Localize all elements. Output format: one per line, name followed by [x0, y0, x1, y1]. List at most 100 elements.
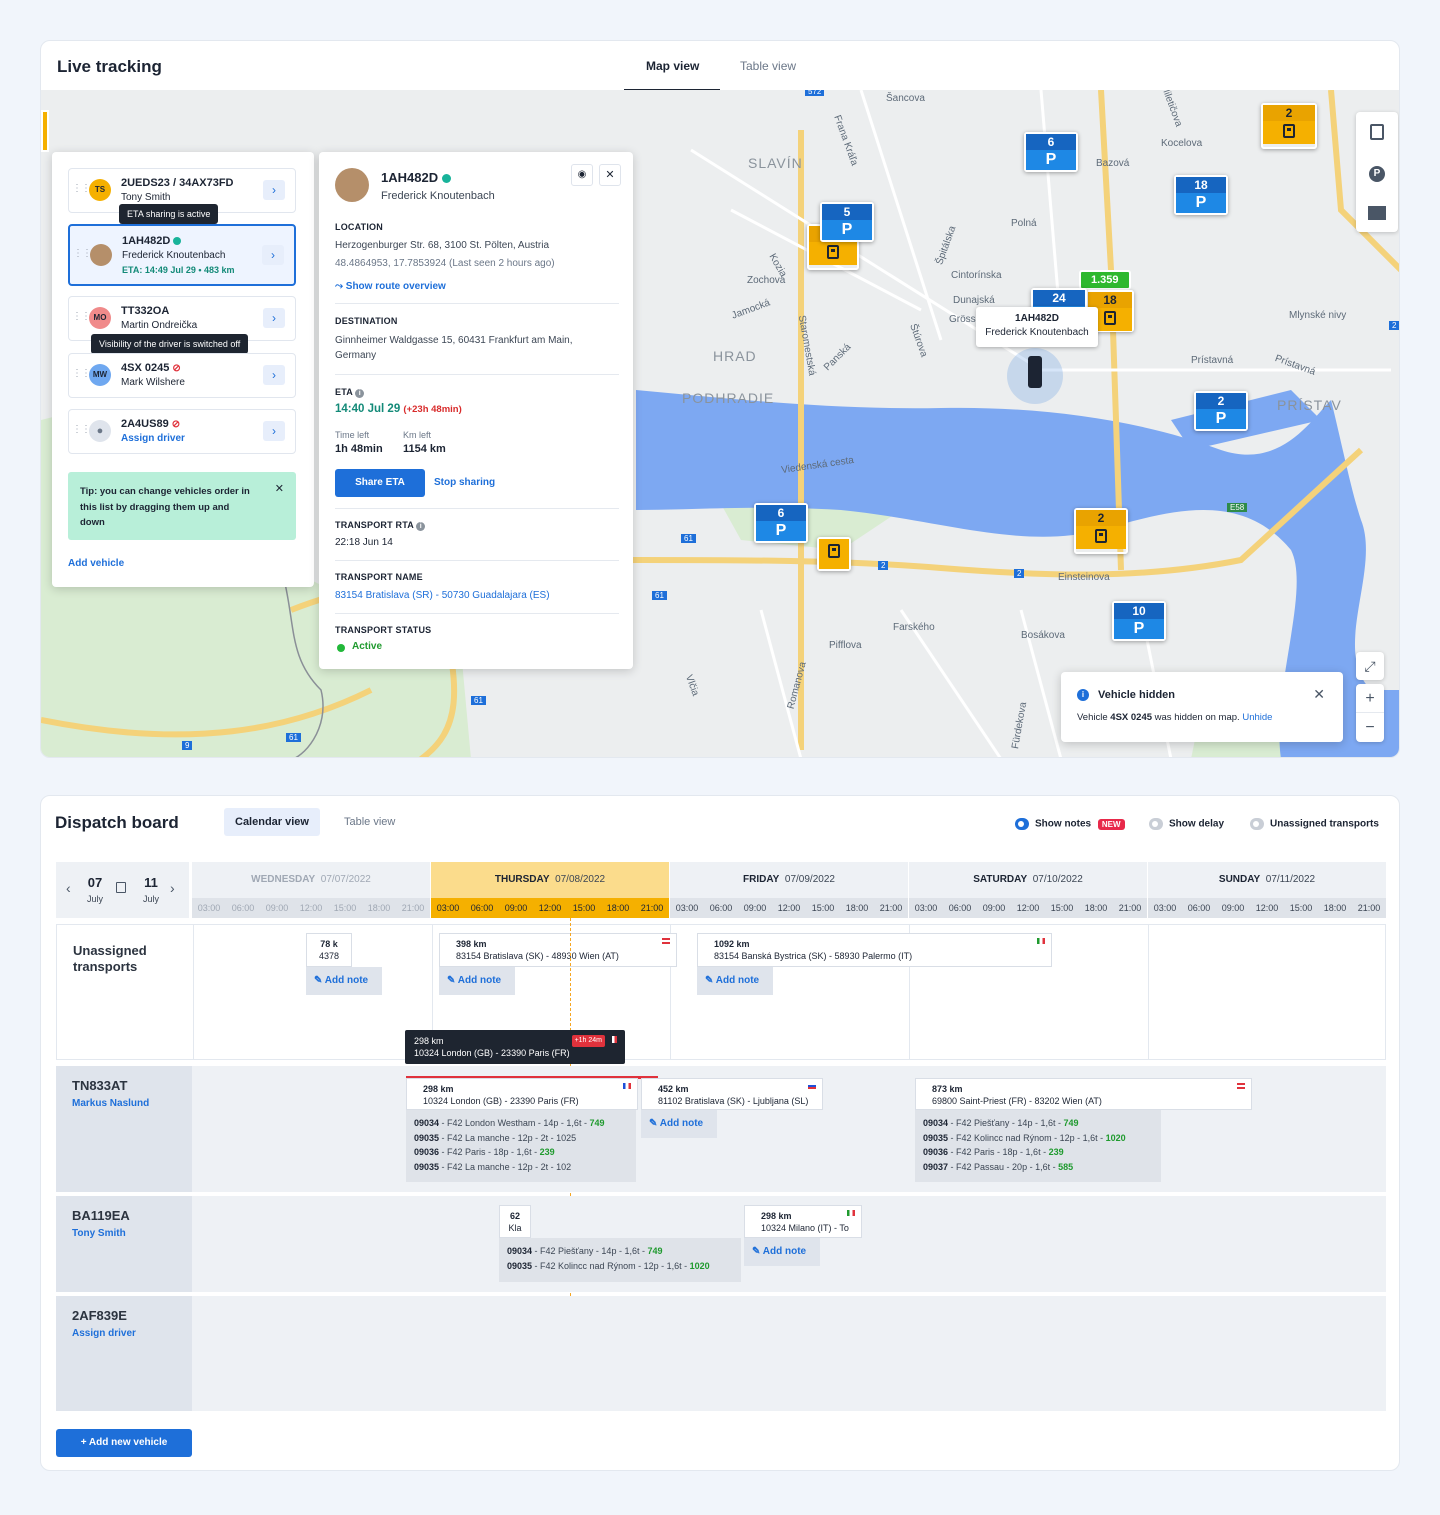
parking-layer-icon[interactable]: P: [1369, 166, 1385, 182]
add-note-button[interactable]: ✎ Add note: [744, 1238, 820, 1266]
parking-pin[interactable]: 6P: [1024, 132, 1078, 172]
fullscreen-button[interactable]: ⤢: [1356, 652, 1384, 680]
map[interactable]: SLAVÍN HRAD PODHRADIE PRÍSTAV Šancova Mi…: [41, 90, 1399, 757]
drag-handle-icon[interactable]: ⋮⋮: [72, 424, 91, 435]
vehicle-list-item-selected[interactable]: ⋮⋮ 1AH482D Frederick Knoutenbach ETA: 14…: [68, 224, 296, 286]
eye-icon[interactable]: ◉: [571, 164, 593, 186]
add-note-button[interactable]: ✎ Add note: [697, 967, 773, 995]
start-day[interactable]: 07: [84, 875, 106, 890]
parking-pin[interactable]: 6P: [754, 503, 808, 543]
tab-map-view[interactable]: Map view: [646, 59, 699, 73]
zoom-out-button[interactable]: −: [1356, 713, 1384, 742]
add-note-button[interactable]: ✎ Add note: [306, 967, 382, 995]
pencil-icon: ✎: [314, 975, 325, 986]
map-label: Cintorínska: [951, 270, 1002, 281]
rta-label-text: TRANSPORT RTA: [335, 520, 414, 530]
transport-card[interactable]: 452 km 81102 Bratislava (SK) - Ljubljana …: [641, 1078, 823, 1110]
stop-sharing-button[interactable]: Stop sharing: [434, 469, 495, 497]
transport-card[interactable]: 1092 km 83154 Banská Bystrica (SK) - 5893…: [697, 933, 1052, 967]
fuel-price-tag[interactable]: 1.359: [1079, 270, 1131, 290]
road-badge: 61: [286, 733, 301, 742]
toggle-switch[interactable]: [1015, 818, 1029, 830]
destination-label: DESTINATION: [335, 316, 398, 326]
add-vehicle-link[interactable]: Add vehicle: [68, 558, 124, 569]
toast-title: Vehicle hidden: [1098, 689, 1176, 701]
time-left-label: Time left: [335, 430, 370, 440]
hour-scale: 03:00 06:00 09:00 12:00 15:00 18:00 21:00: [192, 898, 430, 918]
add-note-label: Add note: [762, 1246, 807, 1257]
hour-label: 03:00: [197, 903, 221, 913]
pencil-icon: ✎: [649, 1118, 660, 1129]
fuel-pin-partial[interactable]: [41, 110, 49, 152]
chevron-right-icon[interactable]: ›: [170, 880, 175, 896]
order-number: 749: [589, 1118, 605, 1128]
chevron-right-icon[interactable]: ›: [262, 245, 284, 265]
map-label: PRÍSTAV: [1277, 397, 1342, 413]
transport-card[interactable]: 62 Kla: [499, 1205, 531, 1238]
parking-pin[interactable]: 10 P: [1112, 601, 1166, 641]
hour-label: 21:00: [401, 903, 425, 913]
transport-card[interactable]: 298 km 10324 Milano (IT) - To: [744, 1205, 862, 1238]
tab-table-view[interactable]: Table view: [740, 59, 796, 73]
fuel-pin[interactable]: [817, 537, 851, 571]
unassigned-title: Unassigned transports: [73, 943, 147, 974]
vehicle-map-label[interactable]: 1AH482D Frederick Knoutenbach: [976, 307, 1098, 347]
calendar-icon[interactable]: [116, 882, 126, 893]
transport-card[interactable]: 298 km 10324 London (GB) - 23390 Paris (F…: [406, 1078, 638, 1110]
transport-status-label: TRANSPORT STATUS: [335, 625, 432, 635]
unassigned-toggle[interactable]: Unassigned transports: [1250, 818, 1379, 830]
transport-card[interactable]: 873 km 69800 Saint-Priest (FR) - 83202 Wi…: [915, 1078, 1252, 1110]
add-new-vehicle-button[interactable]: + Add new vehicle: [56, 1429, 192, 1457]
zoom-in-button[interactable]: +: [1356, 684, 1384, 713]
fuel-pin[interactable]: 2: [1074, 508, 1128, 554]
vehicle-list-item[interactable]: ⋮⋮ ● 2A4US89 ⊘ Assign driver ›: [68, 409, 296, 454]
transport-name-link[interactable]: 83154 Bratislava (SR) - 50730 Guadalajar…: [335, 588, 550, 603]
share-eta-button[interactable]: Share ETA: [335, 469, 425, 497]
tab-calendar-view[interactable]: Calendar view: [224, 808, 320, 836]
fuel-count: 2: [1076, 510, 1126, 526]
show-route-link[interactable]: ⤳ Show route overview: [335, 279, 446, 294]
fuel-pin[interactable]: 2: [1261, 103, 1317, 149]
transport-card[interactable]: 398 km 83154 Bratislava (SK) - 48930 Wien…: [439, 933, 677, 967]
assign-driver-link[interactable]: Assign driver: [72, 1328, 136, 1339]
map-label: Prístavná: [1191, 355, 1234, 366]
vehicle-marker[interactable]: [1007, 348, 1063, 404]
parking-pin[interactable]: 5P: [820, 202, 874, 242]
fuel-layer-icon[interactable]: [1370, 124, 1384, 140]
parking-pin[interactable]: 2P: [1194, 391, 1248, 431]
parking-count: 18: [1176, 177, 1226, 193]
order-id: 09035: [507, 1260, 533, 1271]
drag-handle-icon[interactable]: ⋮⋮: [72, 368, 91, 379]
chevron-right-icon[interactable]: ›: [263, 180, 285, 200]
chevron-right-icon[interactable]: ›: [263, 421, 285, 441]
order-list: 09034 - F42 Piešťany - 14p - 1,6t - 749 …: [915, 1110, 1161, 1182]
toggle-switch[interactable]: [1149, 818, 1163, 830]
assign-driver-link[interactable]: Assign driver: [121, 433, 185, 444]
drag-handle-icon[interactable]: ⋮⋮: [72, 311, 91, 322]
close-icon[interactable]: ✕: [275, 482, 284, 495]
map-layer-icon[interactable]: [1368, 206, 1386, 220]
show-notes-toggle[interactable]: Show notes NEW: [1015, 818, 1125, 830]
add-note-label: Add note: [659, 1118, 704, 1129]
toggle-switch[interactable]: [1250, 818, 1264, 830]
close-icon[interactable]: ✕: [1313, 686, 1325, 703]
row-driver-link[interactable]: Markus Naslund: [72, 1098, 149, 1109]
parking-pin[interactable]: 18 P: [1174, 175, 1228, 215]
chevron-right-icon[interactable]: ›: [263, 308, 285, 328]
close-icon[interactable]: ✕: [599, 164, 621, 186]
transport-card[interactable]: 78 k 4378: [306, 933, 352, 967]
order-number: 1020: [1105, 1132, 1126, 1143]
unhide-link[interactable]: Unhide: [1242, 712, 1272, 723]
chevron-left-icon[interactable]: ‹: [66, 880, 71, 896]
drag-handle-icon[interactable]: ⋮⋮: [72, 183, 91, 194]
tab-table-view[interactable]: Table view: [333, 808, 406, 836]
row-driver-link[interactable]: Tony Smith: [72, 1228, 126, 1239]
road-badge: 9: [182, 741, 193, 750]
vehicle-list-item[interactable]: ⋮⋮ MW 4SX 0245 ⊘ Mark Wilshere ›: [68, 353, 296, 398]
add-note-button[interactable]: ✎ Add note: [439, 967, 515, 995]
add-note-button[interactable]: ✎ Add note: [641, 1110, 717, 1138]
chevron-right-icon[interactable]: ›: [263, 365, 285, 385]
drag-handle-icon[interactable]: ⋮⋮: [73, 248, 92, 259]
end-day[interactable]: 11: [140, 875, 162, 890]
show-delay-toggle[interactable]: Show delay: [1149, 818, 1224, 830]
